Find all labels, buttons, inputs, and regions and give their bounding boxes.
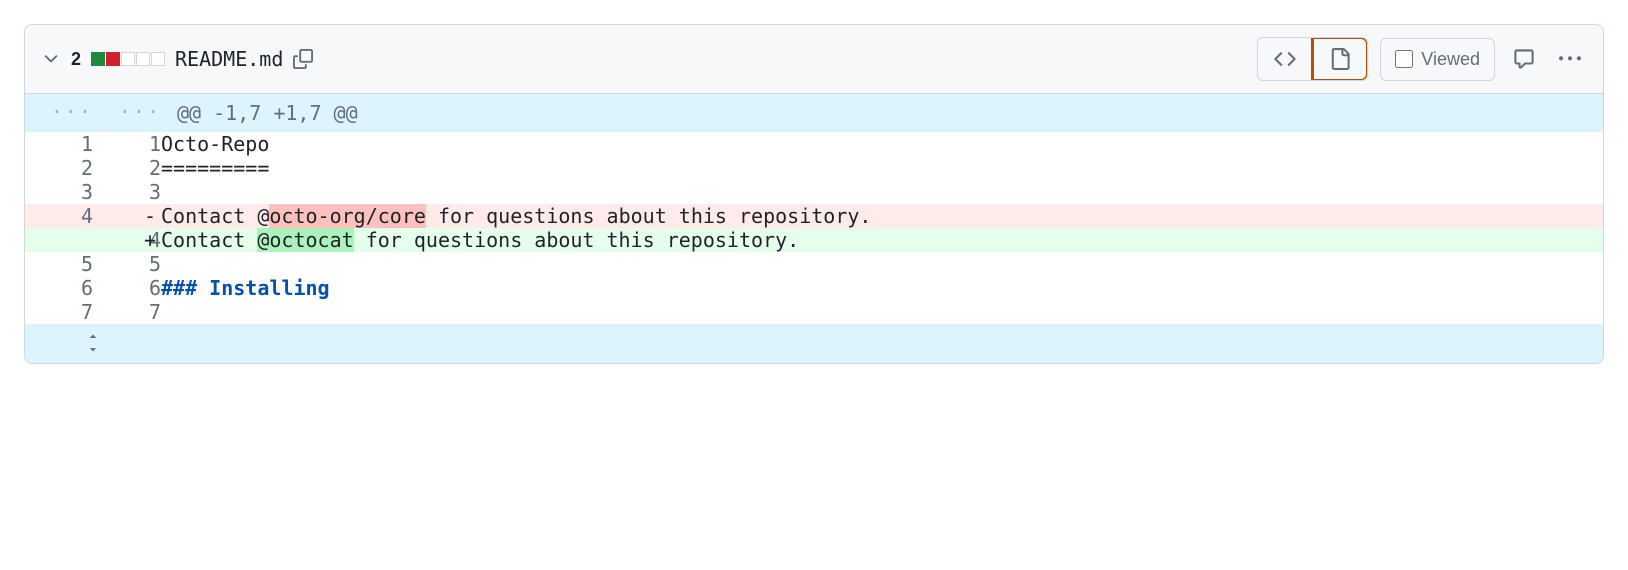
diffstat-neutral-block — [121, 52, 135, 66]
markdown-heading: ### Installing — [161, 276, 330, 300]
diff-line-addition[interactable]: 4 +Contact @octocat for questions about … — [25, 228, 1603, 252]
addition-highlight: @octocat — [257, 228, 353, 252]
old-line-number: 4 — [25, 204, 93, 228]
diff-table: ... ... @@ -1,7 +1,7 @@ 1 1 Octo-Repo 2 … — [25, 94, 1603, 363]
display-mode-toggle — [1257, 37, 1368, 81]
diffstat-removed-block — [106, 52, 120, 66]
line-content — [161, 180, 1603, 204]
header-right-group: Viewed — [1257, 37, 1587, 81]
old-line-number: 3 — [25, 180, 93, 204]
kebab-menu-button[interactable] — [1553, 42, 1587, 76]
diffstat-neutral-block — [151, 52, 165, 66]
header-left-group: 2 README.md — [41, 47, 313, 71]
diff-line[interactable]: 5 5 — [25, 252, 1603, 276]
filename[interactable]: README.md — [175, 47, 283, 71]
source-diff-button[interactable] — [1258, 38, 1313, 80]
diff-line[interactable]: 3 3 — [25, 180, 1603, 204]
diff-line-deletion[interactable]: 4 -Contact @octo-org/core for questions … — [25, 204, 1603, 228]
old-line-number: 7 — [25, 300, 93, 324]
line-content: -Contact @octo-org/core for questions ab… — [161, 204, 1603, 228]
change-count: 2 — [71, 49, 81, 70]
diff-file-container: 2 README.md — [24, 24, 1604, 364]
line-content — [161, 300, 1603, 324]
line-content: ========= — [161, 156, 1603, 180]
old-line-number: 2 — [25, 156, 93, 180]
line-content: Octo-Repo — [161, 132, 1603, 156]
line-content: ### Installing — [161, 276, 1603, 300]
line-content: +Contact @octocat for questions about th… — [161, 228, 1603, 252]
expand-ellipsis-new: ... — [119, 94, 161, 118]
diff-file-header: 2 README.md — [25, 25, 1603, 94]
line-content — [161, 252, 1603, 276]
expand-hunk-row[interactable] — [25, 324, 1603, 363]
diffstat-added-block — [91, 52, 105, 66]
viewed-checkbox[interactable] — [1395, 50, 1413, 68]
comment-button[interactable] — [1507, 42, 1541, 76]
viewed-label: Viewed — [1421, 49, 1480, 70]
deletion-highlight: octo-org/core — [269, 204, 426, 228]
diff-line[interactable]: 6 6 ### Installing — [25, 276, 1603, 300]
hunk-header-text: @@ -1,7 +1,7 @@ — [161, 94, 1603, 132]
copy-path-icon[interactable] — [293, 49, 313, 69]
expand-content — [161, 324, 1603, 363]
rich-diff-button[interactable] — [1313, 38, 1367, 80]
diff-line[interactable]: 7 7 — [25, 300, 1603, 324]
diffstat-indicator — [91, 52, 165, 66]
chevron-down-icon[interactable] — [41, 49, 61, 69]
old-line-number: 1 — [25, 132, 93, 156]
hunk-header-row[interactable]: ... ... @@ -1,7 +1,7 @@ — [25, 94, 1603, 132]
expand-ellipsis-old: ... — [51, 94, 93, 118]
viewed-toggle[interactable]: Viewed — [1380, 38, 1495, 81]
old-line-number: 6 — [25, 276, 93, 300]
unfold-icon — [84, 330, 102, 356]
diff-line[interactable]: 1 1 Octo-Repo — [25, 132, 1603, 156]
diff-line[interactable]: 2 2 ========= — [25, 156, 1603, 180]
old-line-number: 5 — [25, 252, 93, 276]
old-line-number — [25, 228, 93, 252]
diffstat-neutral-block — [136, 52, 150, 66]
